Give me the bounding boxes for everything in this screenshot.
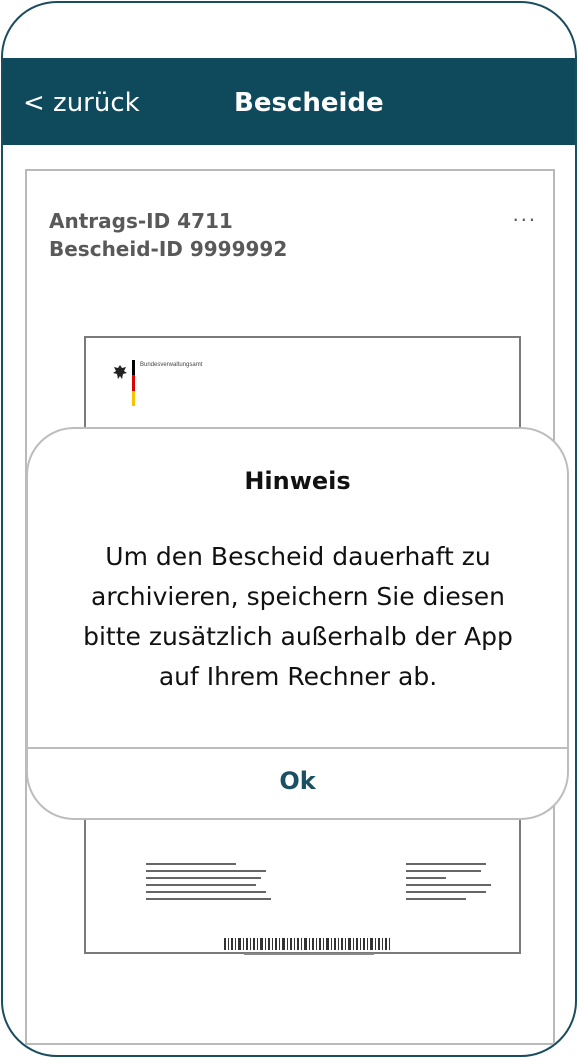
dialog-message: Um den Bescheid dauerhaft zu archivieren… <box>83 542 513 691</box>
barcode <box>224 938 390 955</box>
info-dialog: Hinweis Um den Bescheid dauerhaft zu arc… <box>26 427 569 820</box>
top-bar: < zurück Bescheide <box>3 58 575 145</box>
page-title: Bescheide <box>234 88 384 118</box>
back-button[interactable]: < zurück <box>23 88 140 118</box>
footer-bank-block <box>406 863 536 905</box>
antrag-id: Antrags-ID 4711 <box>49 209 233 233</box>
bescheid-id: Bescheid-ID 9999992 <box>49 237 288 261</box>
footer-address-block <box>146 863 276 905</box>
flag-stripe <box>132 360 135 406</box>
authority-name: Bundesverwaltungsamt <box>140 362 203 368</box>
dialog-title: Hinweis <box>244 467 351 495</box>
eagle-icon <box>113 365 127 379</box>
ok-button[interactable]: Ok <box>28 767 567 795</box>
id-block: Antrags-ID 4711 Bescheid-ID 9999992 <box>49 207 287 263</box>
dialog-divider <box>28 747 567 749</box>
more-menu-button[interactable]: ... <box>513 201 537 227</box>
